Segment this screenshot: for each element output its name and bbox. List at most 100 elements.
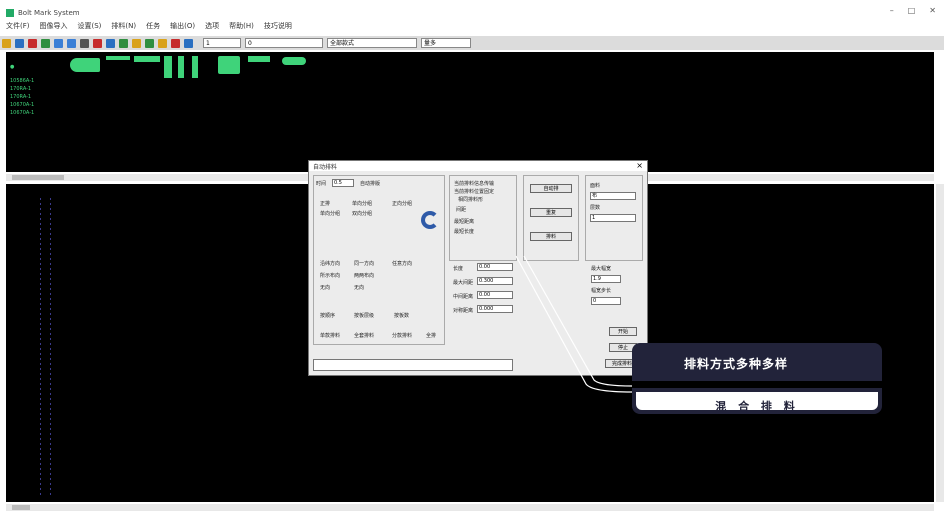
max-gap-input[interactable]: 0.300 (477, 277, 513, 285)
option-b3[interactable]: 所示布向 (320, 272, 340, 279)
redo-icon[interactable] (67, 38, 76, 48)
layout-icon[interactable] (106, 38, 115, 48)
row-label: 170RA-1 (10, 94, 32, 100)
auto-nest-button[interactable]: 自动排 (530, 184, 572, 193)
toolbar-combo-size[interactable]: 0 (245, 38, 323, 48)
option-c1[interactable]: 按板层级 (354, 312, 374, 319)
start-button[interactable]: 开始 (609, 327, 637, 336)
max-width-label: 最大幅宽 (591, 266, 612, 272)
open-icon[interactable] (2, 38, 11, 48)
option-m5[interactable]: 最短长度 (454, 228, 474, 235)
option-m2[interactable]: 相同排料形 (458, 196, 483, 203)
option-m3[interactable]: 间距 (456, 206, 466, 213)
pattern-piece[interactable] (178, 56, 184, 78)
color-icon[interactable] (171, 38, 180, 48)
toolbar-combo-style[interactable]: 全部款式 (327, 38, 417, 48)
option-m4[interactable]: 最短距离 (454, 218, 474, 225)
symmetry-distance-label: 对称距离 (453, 308, 474, 314)
option-b1[interactable]: 同一方向 (354, 260, 374, 267)
mid-distance-label: 中间距离 (453, 294, 474, 300)
option-d1[interactable]: 全套排料 (354, 332, 374, 339)
toolbar-combo-layer[interactable]: 1 (203, 38, 241, 48)
repeat-button[interactable]: 重复 (530, 208, 572, 217)
fabric-label: 面料 (590, 183, 601, 189)
menu-item-output[interactable]: 输出(O) (170, 21, 195, 31)
minimize-button[interactable]: – (890, 6, 894, 15)
pattern-piece[interactable] (134, 56, 160, 62)
row-label: 10670A-1 (10, 102, 35, 108)
menu-item-nest[interactable]: 排料(N) (111, 21, 136, 31)
menu-item-settings[interactable]: 设置(S) (78, 21, 102, 31)
option-c0[interactable]: 按顺序 (320, 312, 335, 319)
pattern-piece[interactable] (106, 56, 130, 60)
dialog-title: 自动排料 (309, 161, 647, 171)
mid-distance-input[interactable]: 0.00 (477, 291, 513, 299)
option-m1[interactable]: 当前排料位置固定 (454, 188, 494, 195)
menu-item-file[interactable]: 文件(F) (6, 21, 30, 31)
option-d0[interactable]: 单款排料 (320, 332, 340, 339)
pattern-piece[interactable] (164, 56, 172, 78)
option-d3[interactable]: 全排 (426, 332, 436, 339)
app-icon (6, 9, 14, 17)
option-b2[interactable]: 任意方向 (392, 260, 412, 267)
help-icon[interactable] (184, 38, 193, 48)
option-b4[interactable]: 两两布向 (354, 272, 374, 279)
dialog-close-button[interactable]: × (636, 161, 643, 170)
option-a4[interactable]: 双向分组 (352, 210, 372, 217)
feature-banner-top: 排料方式多种多样 (632, 343, 882, 381)
bottom-horizontal-scrollbar[interactable] (6, 504, 934, 511)
nest-icon[interactable] (145, 38, 154, 48)
menu-item-task[interactable]: 任务 (146, 21, 160, 31)
option-b0[interactable]: 沿纬方向 (320, 260, 340, 267)
row-marker: ● (10, 64, 15, 70)
option-a0[interactable]: 正排 (320, 200, 330, 207)
max-width-input[interactable]: 1.9 (591, 275, 621, 283)
save-icon[interactable] (15, 38, 24, 48)
zoom-icon[interactable] (80, 38, 89, 48)
pattern-piece[interactable] (282, 57, 306, 65)
loading-spinner-icon (421, 211, 439, 229)
middle-options-group: 当前排料信息传输 当前排料位置固定 相同排料形 间距 最短距离 最短长度 (449, 175, 517, 261)
feature-banner-bottom: 混 合 排 料 (632, 388, 882, 414)
menu-item-help[interactable]: 帮助(H) (229, 21, 254, 31)
text-icon[interactable] (158, 38, 167, 48)
scroll-thumb[interactable] (12, 505, 30, 510)
pattern-piece[interactable] (70, 58, 100, 72)
mirror-icon[interactable] (132, 38, 141, 48)
row-label: 10670A-1 (10, 110, 35, 116)
option-m0[interactable]: 当前排料信息传输 (454, 180, 494, 187)
pattern-piece[interactable] (248, 56, 270, 62)
option-a1[interactable]: 单向分组 (352, 200, 372, 207)
print-icon[interactable] (28, 38, 37, 48)
rotate-icon[interactable] (119, 38, 128, 48)
vertical-scrollbar[interactable] (936, 184, 944, 502)
pattern-piece[interactable] (218, 56, 240, 74)
scroll-thumb[interactable] (12, 175, 64, 180)
marker-preview-pane[interactable]: ● 10586A-1 170RA-1 170RA-1 10670A-1 10670A-1 (6, 52, 934, 172)
fabric-select[interactable]: 布 (590, 192, 636, 200)
width-step-input[interactable]: 0 (591, 297, 621, 305)
pattern-piece[interactable] (192, 56, 198, 78)
row-label: 170RA-1 (10, 86, 32, 92)
length-input[interactable]: 0.00 (477, 263, 513, 271)
option-a3[interactable]: 单向分组 (320, 210, 340, 217)
nest-button[interactable]: 排料 (530, 232, 572, 241)
symmetry-distance-input[interactable]: 0.000 (477, 305, 513, 313)
menu-item-options[interactable]: 选项 (205, 21, 219, 31)
undo-icon[interactable] (54, 38, 63, 48)
measure-icon[interactable] (93, 38, 102, 48)
time-input[interactable]: 0.5 (332, 179, 354, 187)
menu-item-import[interactable]: 图像导入 (40, 21, 68, 31)
layers-select[interactable]: 1 (590, 214, 636, 222)
grid-icon[interactable] (41, 38, 50, 48)
toolbar-combo-quantity[interactable]: 量多 (421, 38, 471, 48)
option-b5[interactable]: 无向 (320, 284, 330, 291)
option-b6[interactable]: 无向 (354, 284, 364, 291)
close-button[interactable]: ✕ (929, 6, 936, 15)
option-a2[interactable]: 正向分组 (392, 200, 412, 207)
maximize-button[interactable]: □ (908, 6, 916, 15)
time-label: 时间 (316, 181, 327, 187)
option-c2[interactable]: 按板数 (394, 312, 409, 319)
menu-item-tips[interactable]: 技巧说明 (264, 21, 292, 31)
option-d2[interactable]: 分款排料 (392, 332, 412, 339)
